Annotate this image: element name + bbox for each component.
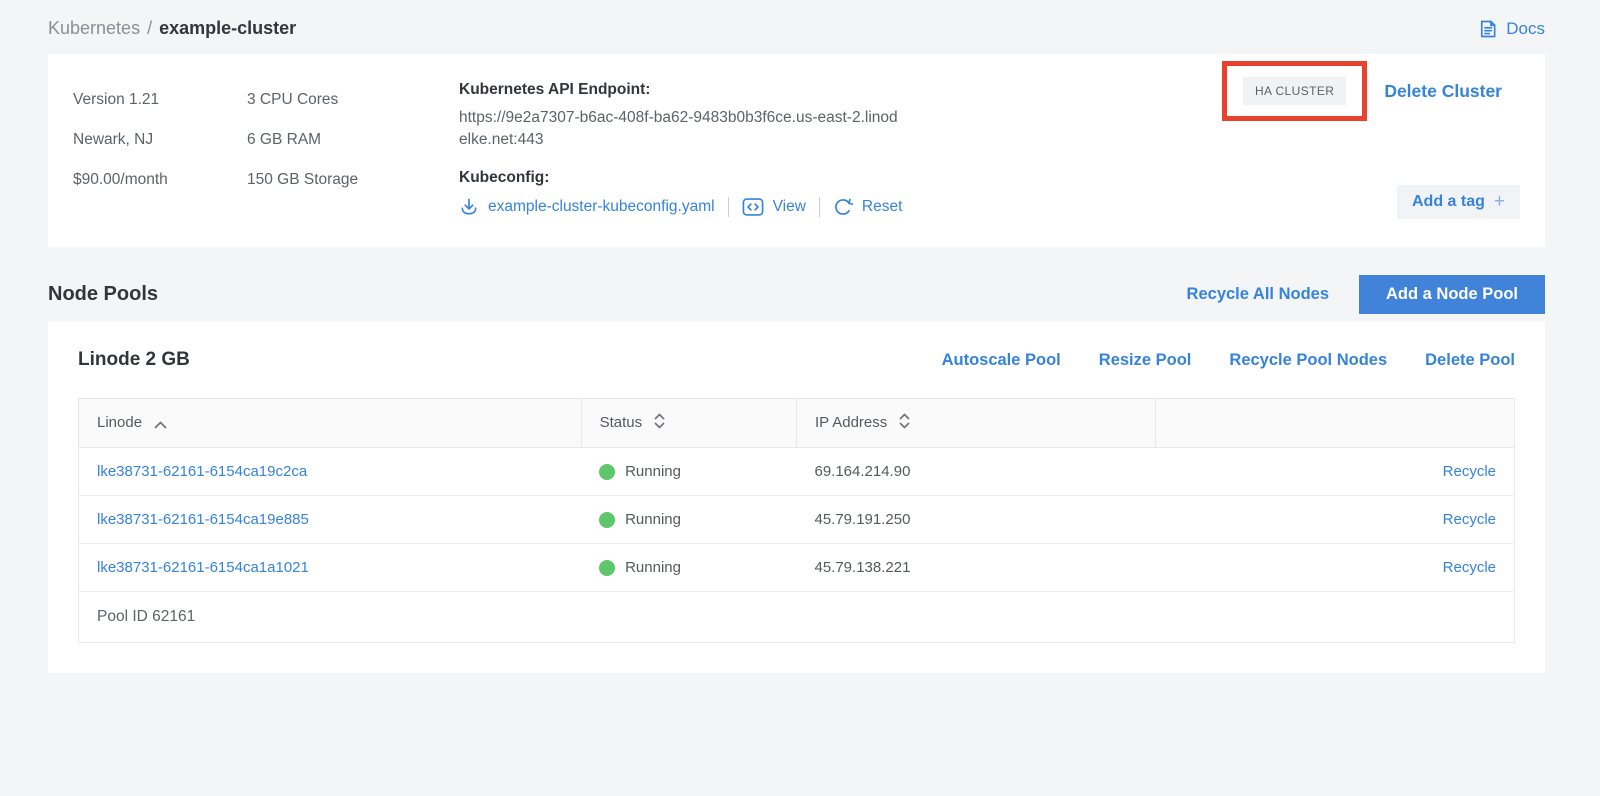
spec-column-1: Version 1.21 Newark, NJ $90.00/month xyxy=(73,80,247,219)
resize-pool-button[interactable]: Resize Pool xyxy=(1099,351,1192,370)
ha-cluster-badge: HA CLUSTER xyxy=(1243,77,1346,105)
recycle-all-nodes-button[interactable]: Recycle All Nodes xyxy=(1187,285,1329,304)
recycle-node-button[interactable]: Recycle xyxy=(1443,463,1496,480)
pool-name: Linode 2 GB xyxy=(78,349,190,371)
column-header-ip-address[interactable]: IP Address xyxy=(796,399,1155,448)
add-tag-button[interactable]: Add a tag + xyxy=(1397,185,1520,219)
status-label: Running xyxy=(625,463,681,480)
breadcrumb-current-cluster: example-cluster xyxy=(159,18,296,38)
kubeconfig-filename: example-cluster-kubeconfig.yaml xyxy=(488,198,715,216)
delete-pool-button[interactable]: Delete Pool xyxy=(1425,351,1515,370)
view-label: View xyxy=(773,198,806,216)
node-link[interactable]: lke38731-62161-6154ca19e885 xyxy=(97,511,309,528)
recycle-pool-nodes-button[interactable]: Recycle Pool Nodes xyxy=(1229,351,1387,370)
reset-label: Reset xyxy=(862,198,903,216)
ip-address: 69.164.214.90 xyxy=(796,448,1155,496)
status-running-dot xyxy=(599,464,615,480)
delete-cluster-button[interactable]: Delete Cluster xyxy=(1384,81,1502,102)
docs-icon xyxy=(1478,19,1498,39)
column-header-linode[interactable]: Linode xyxy=(79,399,582,448)
linode-column-label: Linode xyxy=(97,414,142,431)
annotation-highlight-box: HA CLUSTER xyxy=(1222,61,1367,121)
node-pools-title: Node Pools xyxy=(48,283,158,306)
ip-column-label: IP Address xyxy=(815,414,887,431)
pool-actions: Autoscale Pool Resize Pool Recycle Pool … xyxy=(942,351,1515,370)
kubernetes-cluster-detail-page: Kubernetes / example-cluster Docs Version … xyxy=(0,0,1600,673)
api-endpoint-label: Kubernetes API Endpoint: xyxy=(459,80,919,100)
pool-id-row: Pool ID 62161 xyxy=(79,592,1515,643)
sort-both-icon xyxy=(654,416,665,433)
kubeconfig-block: Kubeconfig: example-cluster-kubeconfig.y… xyxy=(459,168,919,217)
code-icon xyxy=(742,197,764,217)
docs-label: Docs xyxy=(1506,19,1545,39)
column-header-status[interactable]: Status xyxy=(581,399,796,448)
topbar: Kubernetes / example-cluster Docs xyxy=(0,0,1600,54)
node-pool-card: Linode 2 GB Autoscale Pool Resize Pool R… xyxy=(48,322,1545,673)
pool-header: Linode 2 GB Autoscale Pool Resize Pool R… xyxy=(78,349,1515,371)
kubeconfig-label: Kubeconfig: xyxy=(459,168,919,188)
add-node-pool-button[interactable]: Add a Node Pool xyxy=(1359,275,1545,314)
endpoint-column: Kubernetes API Endpoint: https://9e2a730… xyxy=(459,80,919,219)
cluster-storage: 150 GB Storage xyxy=(247,160,459,200)
cluster-price: $90.00/month xyxy=(73,160,247,200)
spec-column-2: 3 CPU Cores 6 GB RAM 150 GB Storage xyxy=(247,80,459,219)
kubeconfig-actions-row: example-cluster-kubeconfig.yaml View xyxy=(459,197,919,217)
nodes-table: Linode Status xyxy=(78,398,1515,643)
download-icon xyxy=(459,197,479,217)
sort-both-icon xyxy=(899,416,910,433)
cluster-summary-panel: Version 1.21 Newark, NJ $90.00/month 3 C… xyxy=(48,54,1545,247)
status-label: Running xyxy=(625,559,681,576)
ip-address: 45.79.138.221 xyxy=(796,544,1155,592)
cluster-version: Version 1.21 xyxy=(73,80,247,120)
recycle-node-button[interactable]: Recycle xyxy=(1443,511,1496,528)
reset-icon xyxy=(833,197,853,217)
breadcrumb-separator: / xyxy=(147,18,152,38)
column-header-actions xyxy=(1155,399,1514,448)
reset-kubeconfig-button[interactable]: Reset xyxy=(833,197,903,217)
kubeconfig-download-link[interactable]: example-cluster-kubeconfig.yaml xyxy=(459,197,715,217)
breadcrumb: Kubernetes / example-cluster xyxy=(48,18,296,39)
cluster-ram: 6 GB RAM xyxy=(247,120,459,160)
sort-ascending-icon xyxy=(154,416,167,433)
table-row: lke38731-62161-6154ca19e885 Running 45.7… xyxy=(79,496,1515,544)
table-header-row: Linode Status xyxy=(79,399,1515,448)
view-kubeconfig-button[interactable]: View xyxy=(742,197,806,217)
cluster-cpu: 3 CPU Cores xyxy=(247,80,459,120)
pool-id-label: Pool ID 62161 xyxy=(79,592,1515,643)
api-endpoint-url: https://9e2a7307-b6ac-408f-ba62-9483b0b3… xyxy=(459,107,906,151)
docs-link[interactable]: Docs xyxy=(1478,19,1545,39)
ip-address: 45.79.191.250 xyxy=(796,496,1155,544)
status-running-dot xyxy=(599,560,615,576)
recycle-node-button[interactable]: Recycle xyxy=(1443,559,1496,576)
add-tag-label: Add a tag xyxy=(1412,193,1485,211)
node-pools-section-row: Node Pools Recycle All Nodes Add a Node … xyxy=(48,275,1545,314)
autoscale-pool-button[interactable]: Autoscale Pool xyxy=(942,351,1061,370)
status-label: Running xyxy=(625,511,681,528)
node-link[interactable]: lke38731-62161-6154ca1a1021 xyxy=(97,559,309,576)
summary-right-column: HA CLUSTER Delete Cluster Add a tag + xyxy=(1222,61,1520,219)
table-row: lke38731-62161-6154ca19c2ca Running 69.1… xyxy=(79,448,1515,496)
status-column-label: Status xyxy=(600,414,643,431)
divider xyxy=(819,197,820,217)
divider xyxy=(728,197,729,217)
breadcrumb-kubernetes-link[interactable]: Kubernetes xyxy=(48,18,140,38)
plus-icon: + xyxy=(1494,195,1505,209)
node-link[interactable]: lke38731-62161-6154ca19c2ca xyxy=(97,463,307,480)
cluster-region: Newark, NJ xyxy=(73,120,247,160)
status-running-dot xyxy=(599,512,615,528)
table-row: lke38731-62161-6154ca1a1021 Running 45.7… xyxy=(79,544,1515,592)
